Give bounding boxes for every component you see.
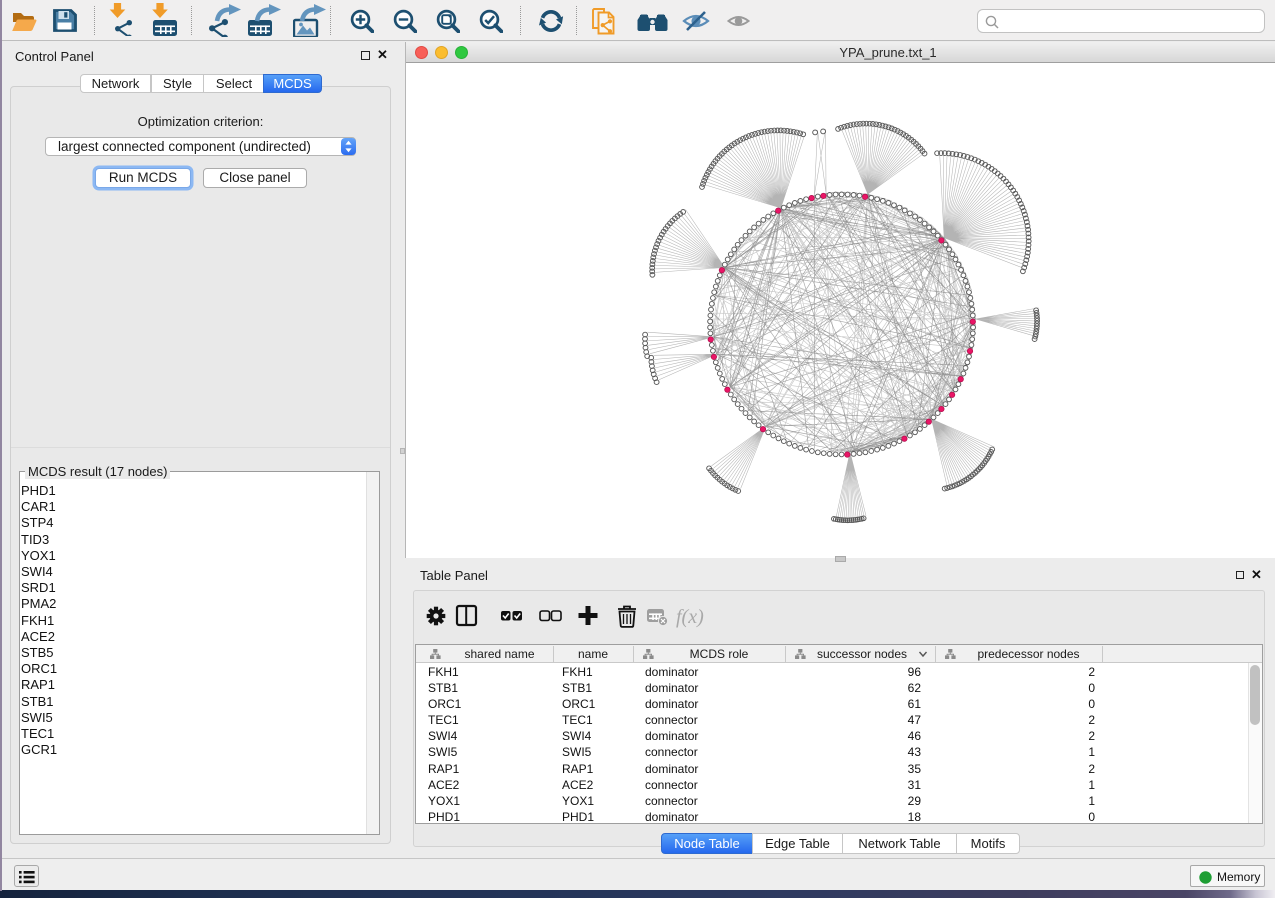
svg-text:f(x): f(x)	[676, 606, 704, 628]
